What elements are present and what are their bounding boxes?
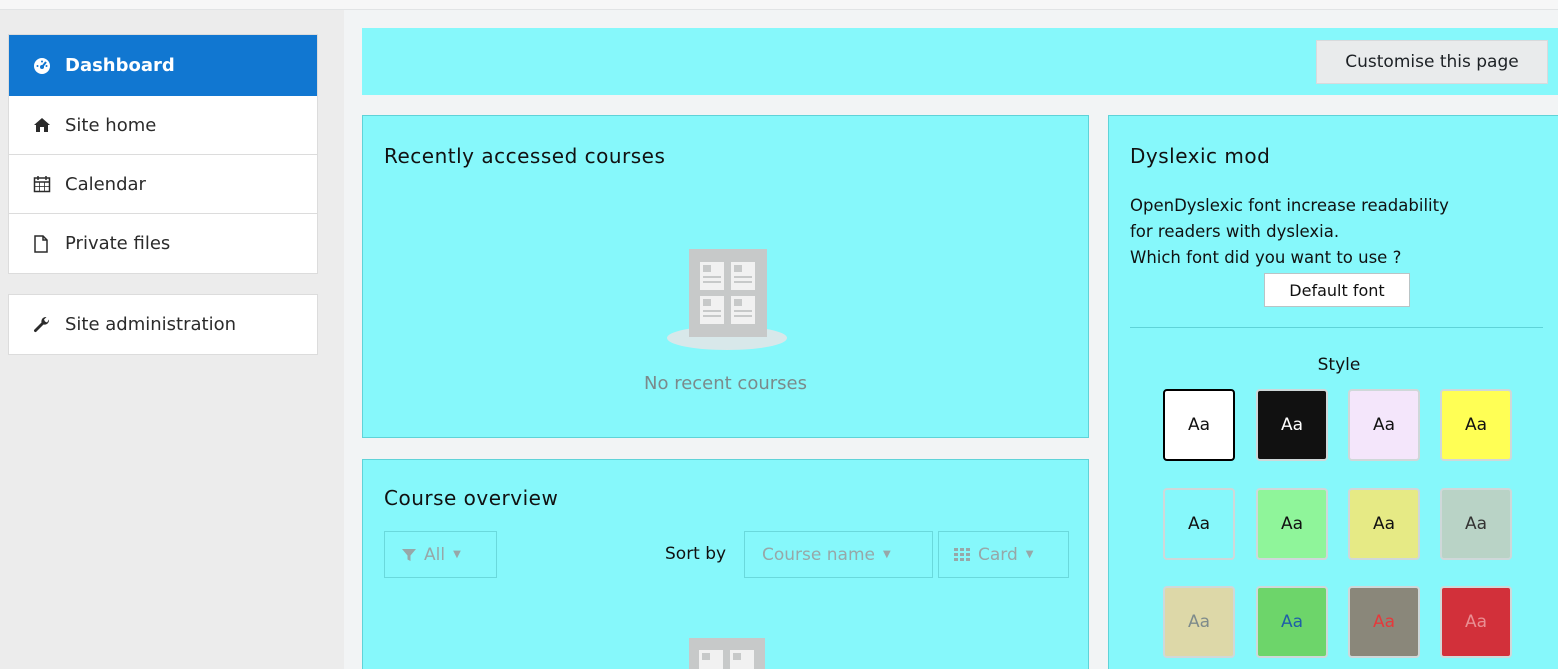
style-swatch[interactable]: Aa <box>1348 389 1420 461</box>
grouping-filter-dropdown[interactable]: All ▼ <box>384 531 497 578</box>
divider <box>1130 327 1543 328</box>
block-title: Course overview <box>384 486 559 510</box>
style-swatch[interactable]: Aa <box>1440 389 1512 461</box>
chevron-down-icon: ▼ <box>453 549 461 560</box>
style-swatch[interactable]: Aa <box>1256 586 1328 658</box>
recent-courses-block: Recently accessed courses No recent cour… <box>362 115 1089 438</box>
sidebar-item-site-home[interactable]: Site home <box>9 96 317 155</box>
sidebar-item-label: Private files <box>65 233 171 254</box>
file-icon <box>33 234 55 253</box>
nav-main-group: Dashboard Site home Calendar Private fil… <box>8 34 318 274</box>
sidebar-item-private-files[interactable]: Private files <box>9 214 317 273</box>
description-line: for readers with dyslexia. <box>1130 222 1340 241</box>
style-swatch[interactable]: Aa <box>1440 586 1512 658</box>
style-swatch[interactable]: Aa <box>1348 586 1420 658</box>
top-navbar <box>0 0 1558 10</box>
sidebar-item-label: Calendar <box>65 173 146 195</box>
page-header: Customise this page <box>362 28 1558 95</box>
course-overview-block: Course overview All ▼ Sort by Course nam… <box>362 459 1089 669</box>
customise-page-button[interactable]: Customise this page <box>1316 40 1548 84</box>
courses-illustration-icon <box>665 246 789 356</box>
view-mode-dropdown[interactable]: Card ▼ <box>938 531 1069 578</box>
style-swatch[interactable]: Aa <box>1256 488 1328 560</box>
sidebar-item-calendar[interactable]: Calendar <box>9 155 317 214</box>
filter-icon <box>402 548 416 562</box>
sidebar-item-dashboard[interactable]: Dashboard <box>9 35 317 96</box>
chevron-down-icon: ▼ <box>882 549 891 560</box>
style-label: Style <box>1317 355 1361 375</box>
courses-illustration-icon <box>685 636 769 669</box>
sort-dropdown[interactable]: Course name ▼ <box>744 531 933 578</box>
wrench-icon <box>33 316 55 334</box>
description-line: Which font did you want to use ? <box>1130 248 1402 267</box>
calendar-icon <box>33 175 55 193</box>
chevron-down-icon: ▼ <box>1025 549 1034 560</box>
sort-by-label: Sort by <box>665 544 727 564</box>
left-drawer: Dashboard Site home Calendar Private fil… <box>0 10 344 669</box>
grid-icon <box>954 548 970 561</box>
style-swatch[interactable]: Aa <box>1440 488 1512 560</box>
sidebar-item-site-administration[interactable]: Site administration <box>9 295 317 354</box>
dashboard-icon <box>33 57 55 75</box>
style-swatch[interactable]: Aa <box>1163 586 1235 658</box>
home-icon <box>33 117 55 133</box>
empty-state-text: No recent courses <box>644 373 807 394</box>
sidebar-item-label: Dashboard <box>65 55 175 76</box>
style-swatch[interactable]: Aa <box>1256 389 1328 461</box>
style-swatch[interactable]: Aa <box>1163 488 1235 560</box>
dyslexic-description: OpenDyslexic font increase readability f… <box>1130 193 1540 271</box>
view-mode-label: Card <box>978 544 1018 565</box>
sidebar-item-label: Site home <box>65 114 157 136</box>
block-title: Recently accessed courses <box>384 144 666 168</box>
nav-admin-group: Site administration <box>8 294 318 355</box>
default-font-button[interactable]: Default font <box>1264 273 1410 307</box>
style-swatch[interactable]: Aa <box>1163 389 1235 461</box>
sidebar-item-label: Site administration <box>65 314 237 335</box>
filter-label: All <box>424 544 446 565</box>
style-swatch[interactable]: Aa <box>1348 488 1420 560</box>
sort-value: Course name <box>762 544 875 565</box>
block-title: Dyslexic mod <box>1130 144 1271 168</box>
dyslexic-mod-block: Dyslexic mod OpenDyslexic font increase … <box>1108 115 1558 669</box>
description-line: OpenDyslexic font increase readability <box>1130 196 1449 215</box>
